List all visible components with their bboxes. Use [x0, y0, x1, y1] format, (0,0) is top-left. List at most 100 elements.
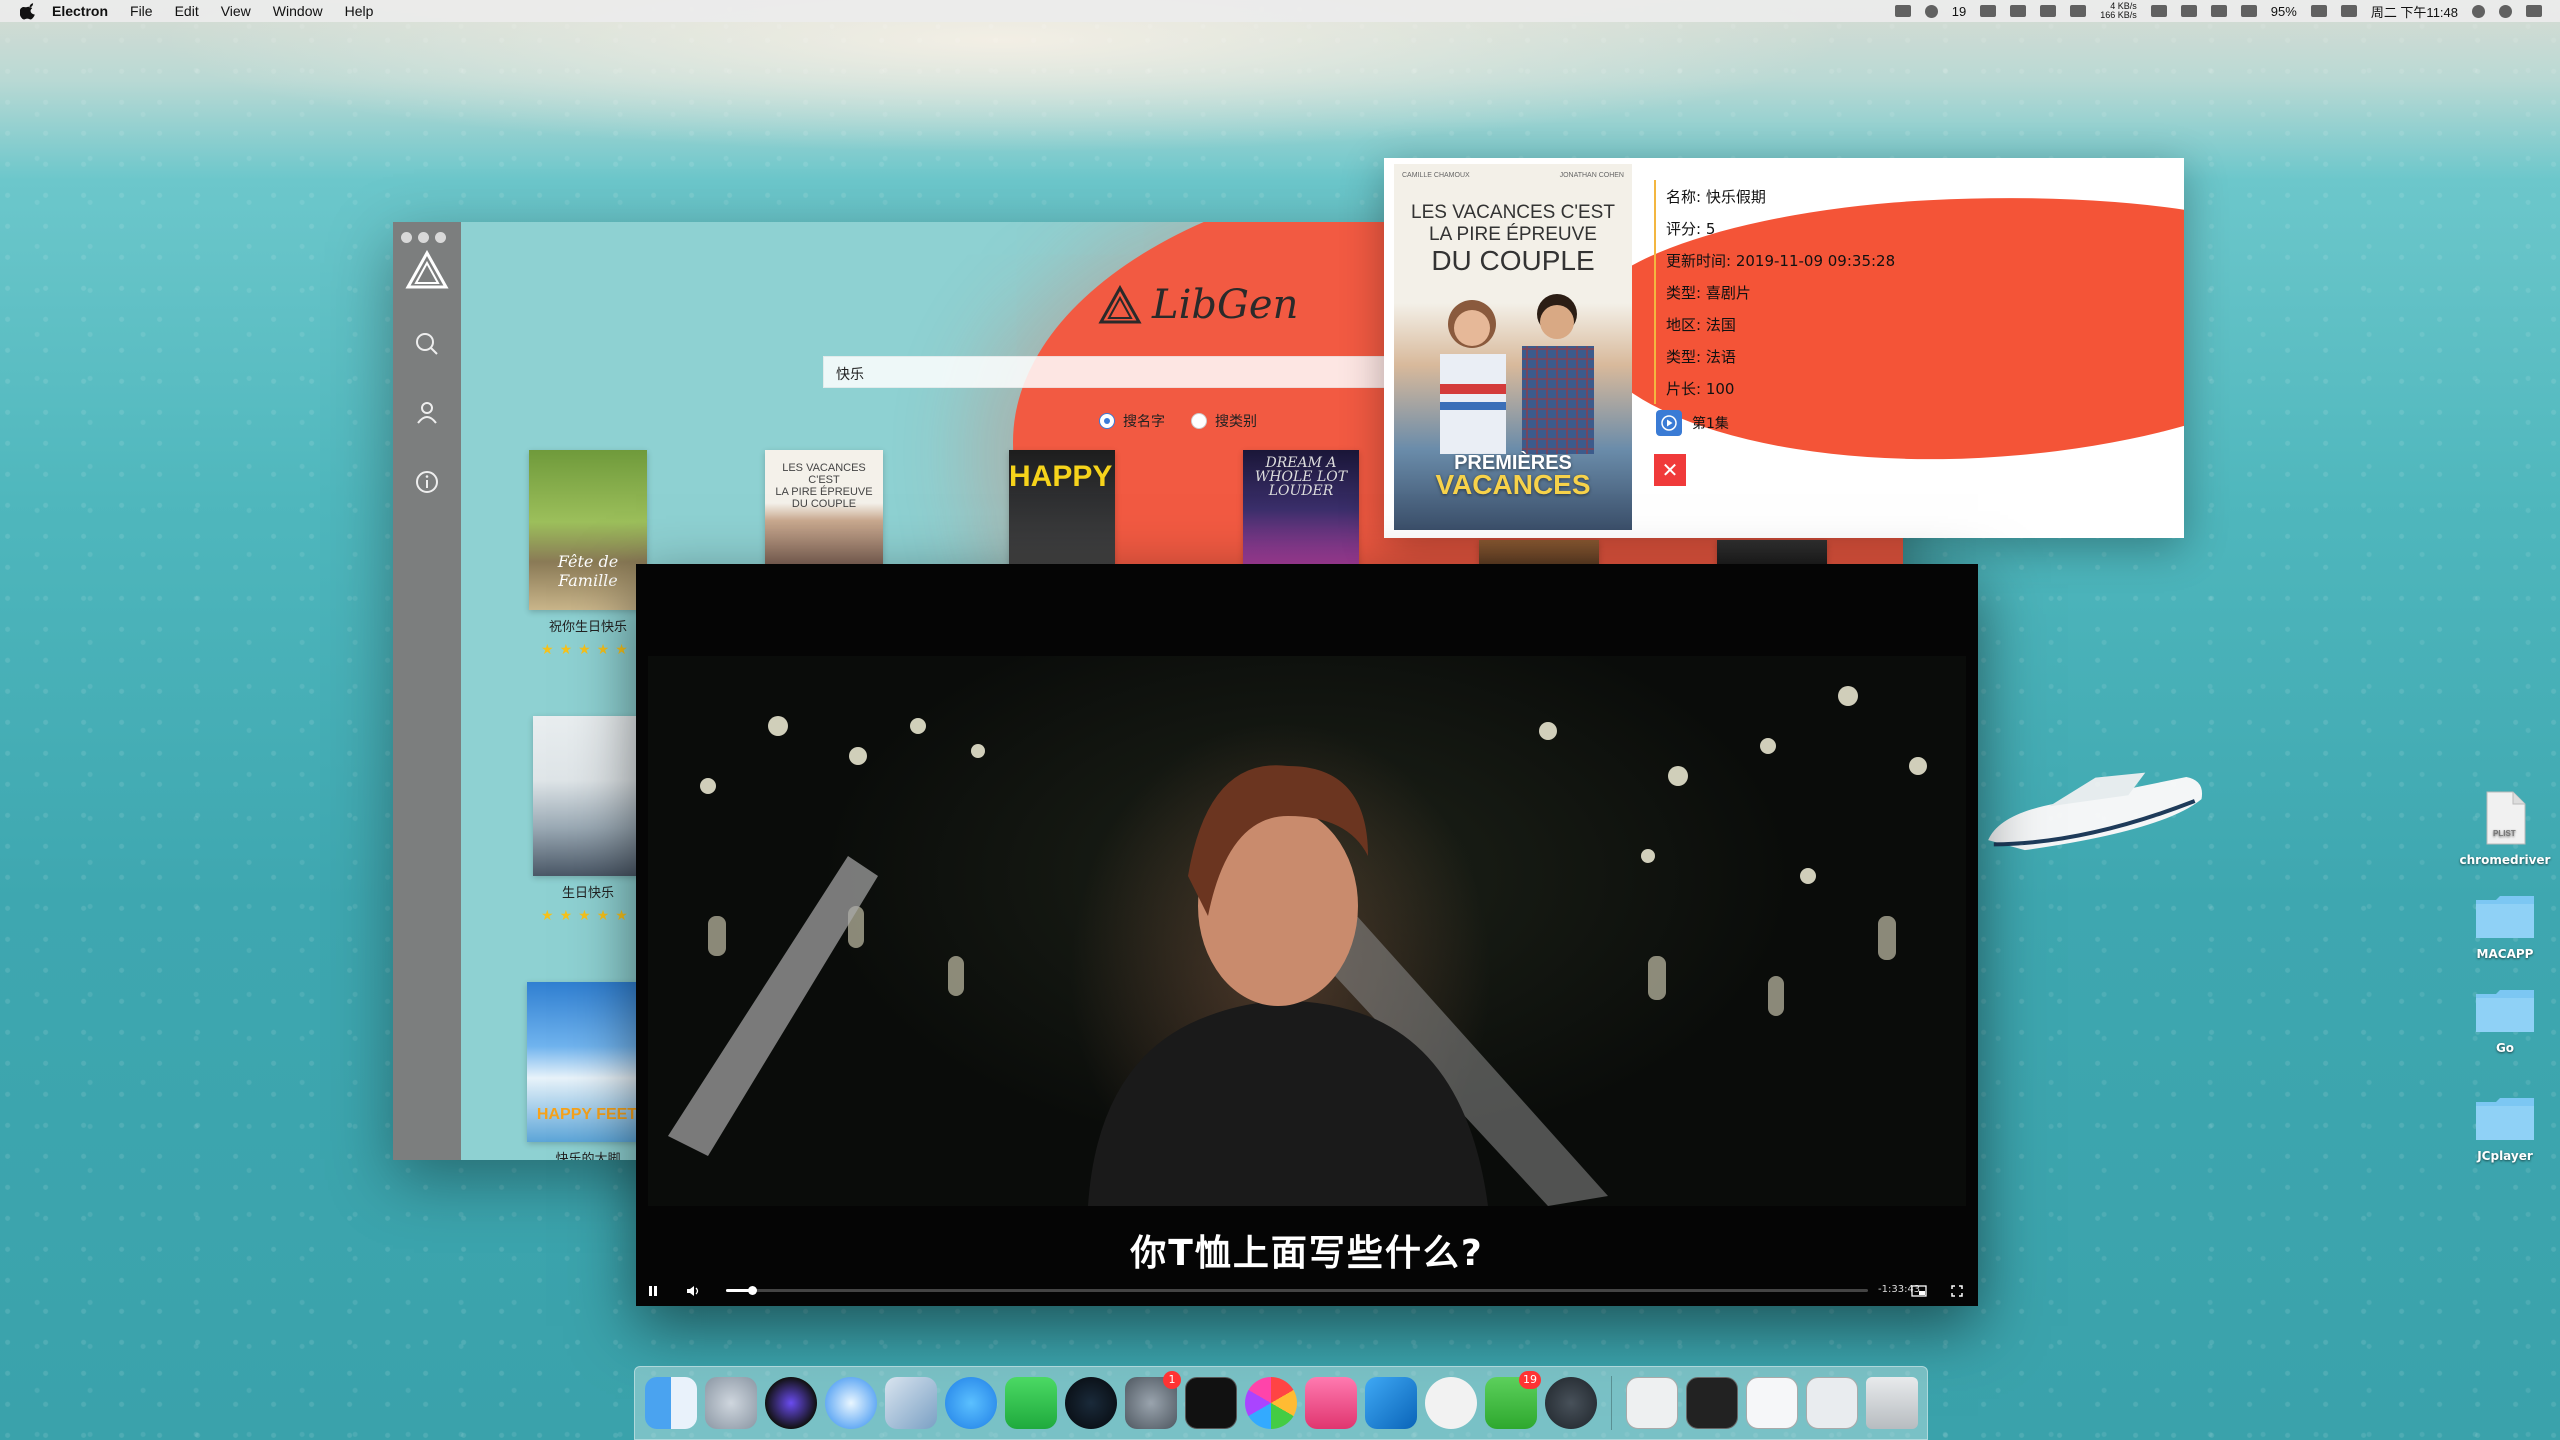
quicktime-icon[interactable] — [1065, 1377, 1117, 1429]
menu-window[interactable]: Window — [273, 3, 323, 19]
volume-icon[interactable] — [2240, 5, 2257, 17]
info-type: 类型: 喜剧片 — [1654, 276, 1895, 308]
rating-stars: ★ ★ ★ ★ ★ — [541, 908, 628, 924]
poster-people-image — [1440, 294, 1594, 454]
battery-percent: 95% — [2270, 3, 2297, 19]
movie-poster[interactable] — [533, 716, 641, 876]
dock-separator — [1611, 1376, 1612, 1430]
desktop-icon-go[interactable]: Go — [2450, 986, 2560, 1055]
menu-view[interactable]: View — [221, 3, 251, 19]
poster-tagline-line: DU COUPLE — [1431, 245, 1595, 276]
file-icon: PLIST — [2486, 791, 2526, 845]
display-icon[interactable] — [2010, 5, 2027, 17]
github-desktop-icon[interactable] — [1425, 1377, 1477, 1429]
minimized-window-icon[interactable] — [1746, 1377, 1798, 1429]
close-window-button[interactable] — [401, 232, 412, 243]
minimize-window-button[interactable] — [418, 232, 429, 243]
safari-icon[interactable] — [825, 1377, 877, 1429]
airplay-icon[interactable] — [2180, 5, 2197, 17]
zoom-window-button[interactable] — [435, 232, 446, 243]
cleanmymac-icon[interactable] — [1305, 1377, 1357, 1429]
desktop-icon-label: MACAPP — [2476, 947, 2534, 961]
notification-badge: 1 — [1163, 1371, 1181, 1389]
close-detail-button[interactable]: ✕ — [1654, 454, 1686, 486]
video-frame[interactable] — [648, 656, 1966, 1206]
notification-center-icon[interactable] — [2526, 5, 2542, 17]
play-icon[interactable] — [1656, 410, 1682, 436]
poster-art-text: DREAM A WHOLE LOT LOUDER — [1254, 455, 1348, 499]
radio-by-category[interactable]: 搜类别 — [1191, 411, 1257, 431]
launchpad-icon[interactable] — [705, 1377, 757, 1429]
volume-icon[interactable] — [680, 1278, 706, 1304]
vscode-icon[interactable] — [1365, 1377, 1417, 1429]
spotlight-icon[interactable] — [2472, 4, 2485, 18]
desktop-icon-chromedriver[interactable]: PLIST chromedriver — [2450, 790, 2560, 867]
trash-icon[interactable] — [1866, 1377, 1918, 1429]
video-player: 你T恤上面写些什么? -1:33:43 — [636, 564, 1978, 1306]
electron-icon[interactable] — [1545, 1377, 1597, 1429]
search-icon[interactable] — [413, 330, 441, 358]
movie-poster[interactable]: Fête de Famille — [529, 450, 647, 610]
movie-poster[interactable]: HAPPY! — [1009, 450, 1115, 568]
subtitle: 你T恤上面写些什么? — [1130, 1233, 1484, 1274]
menu-file[interactable]: File — [130, 3, 153, 19]
player-controls: -1:33:43 — [636, 1276, 1978, 1306]
photos-icon[interactable] — [1245, 1377, 1297, 1429]
brand-name: LibGen — [1152, 282, 1299, 328]
fullscreen-icon[interactable] — [1944, 1278, 1970, 1304]
episode-button[interactable]: 第1集 — [1656, 410, 1729, 436]
window-controls — [401, 232, 446, 243]
user-icon[interactable] — [413, 398, 441, 426]
picture-in-picture-icon[interactable] — [1906, 1278, 1932, 1304]
terminal-icon[interactable] — [1185, 1377, 1237, 1429]
minimized-window-icon[interactable] — [1626, 1377, 1678, 1429]
radio-dot[interactable] — [1099, 413, 1115, 429]
info-region: 地区: 法国 — [1654, 308, 1895, 340]
desktop-icon-jcplayer[interactable]: JCplayer — [2450, 1094, 2560, 1163]
poster-tagline-line: LA PIRE ÉPREUVE — [1429, 224, 1597, 245]
apple-icon[interactable] — [20, 2, 38, 20]
clipboard-icon[interactable] — [2150, 5, 2167, 17]
desktop-icon-label: chromedriver — [2459, 853, 2551, 867]
movie-poster[interactable]: DREAM A WHOLE LOT LOUDER — [1243, 450, 1359, 568]
battery-icon[interactable] — [2310, 5, 2327, 17]
preview-icon[interactable] — [885, 1377, 937, 1429]
warning-icon[interactable] — [1894, 5, 1911, 17]
file-kind: PLIST — [2493, 829, 2516, 838]
dropbox-icon[interactable] — [1980, 5, 1997, 17]
clock[interactable]: 周二 下午11:48 — [2371, 2, 2458, 21]
wifi-icon[interactable] — [2210, 5, 2227, 17]
wechat-status-icon[interactable] — [1924, 4, 1938, 18]
movie-detail-panel: CAMILLE CHAMOUX JONATHAN COHEN LES VACAN… — [1384, 158, 2184, 538]
finder-icon[interactable] — [645, 1377, 697, 1429]
menu-edit[interactable]: Edit — [175, 3, 199, 19]
search-mode: 搜名字 搜类别 — [1099, 411, 1257, 431]
facetime-icon[interactable] — [1005, 1377, 1057, 1429]
radio-dot[interactable] — [1191, 413, 1207, 429]
movie-poster[interactable]: HAPPY FEET — [527, 982, 647, 1142]
movie-info: 名称: 快乐假期 评分: 5 更新时间: 2019-11-09 09:35:28… — [1654, 180, 1895, 404]
boat-image — [1988, 772, 2203, 851]
minimized-window-icon[interactable] — [1806, 1377, 1858, 1429]
movie-poster[interactable]: LES VACANCES C'EST LA PIRE ÉPREUVE DU COUP… — [765, 450, 883, 568]
video-scene-image — [668, 686, 1927, 1206]
bluetooth-icon[interactable] — [2070, 5, 2087, 17]
menu-app-name[interactable]: Electron — [52, 3, 108, 19]
info-name: 名称: 快乐假期 — [1654, 180, 1895, 212]
poster-art-text: HAPPY FEET — [536, 1106, 638, 1123]
info-icon[interactable] — [413, 468, 441, 496]
messages-icon[interactable] — [945, 1377, 997, 1429]
wechat-icon[interactable]: 19 — [1485, 1371, 1541, 1429]
desktop-icon-macapp[interactable]: MACAPP — [2450, 892, 2560, 961]
system-preferences-icon[interactable]: 1 — [1125, 1371, 1181, 1429]
pause-icon[interactable] — [640, 1278, 666, 1304]
chart-icon[interactable] — [2040, 5, 2057, 17]
siri-icon[interactable] — [765, 1377, 817, 1429]
seek-bar[interactable] — [726, 1286, 1868, 1295]
radio-by-name[interactable]: 搜名字 — [1099, 411, 1165, 431]
siri-icon[interactable] — [2499, 4, 2512, 18]
minimized-window-icon[interactable] — [1686, 1377, 1738, 1429]
menu-help[interactable]: Help — [345, 3, 374, 19]
seek-handle[interactable] — [748, 1286, 758, 1295]
input-method-icon[interactable] — [2340, 5, 2357, 17]
